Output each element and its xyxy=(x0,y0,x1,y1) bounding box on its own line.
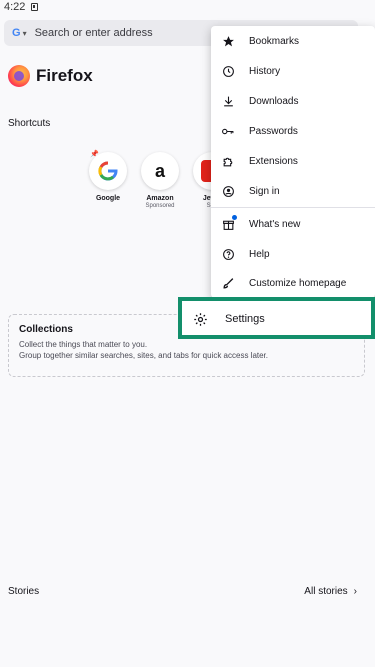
shortcut-name: Google xyxy=(95,195,121,202)
address-placeholder[interactable]: Search or enter address xyxy=(35,27,153,39)
sim-card-icon xyxy=(31,3,39,11)
history-clock-icon xyxy=(221,64,235,78)
menu-item-label: Help xyxy=(249,248,270,260)
firefox-logo-icon xyxy=(8,65,30,87)
status-bar: 4:22 xyxy=(0,0,375,14)
download-icon xyxy=(221,94,235,108)
shortcuts-heading: Shortcuts xyxy=(8,118,51,129)
menu-item-label: History xyxy=(249,65,281,77)
settings-label: Settings xyxy=(225,313,265,325)
collections-line-2: Group together similar searches, sites, … xyxy=(19,351,269,360)
collections-line-1: Collect the things that matter to you. xyxy=(19,340,148,349)
menu-item-label: Customize homepage xyxy=(249,277,347,289)
menu-item-sign-in[interactable]: Sign in xyxy=(211,176,375,206)
menu-item-label: Sign in xyxy=(249,185,280,197)
menu-divider xyxy=(211,207,375,208)
menu-item-label: Passwords xyxy=(249,125,298,137)
all-stories-label[interactable]: All stories xyxy=(304,586,347,597)
firefox-wordmark: Firefox xyxy=(8,65,93,87)
brand-name: Firefox xyxy=(36,66,93,85)
menu-item-label: What's new xyxy=(249,218,301,230)
all-stories-link[interactable]: All stories › xyxy=(304,586,357,597)
amazon-logo-icon[interactable]: a xyxy=(141,152,179,190)
account-icon xyxy=(221,184,235,198)
menu-item-customize-homepage[interactable]: Customize homepage xyxy=(211,268,375,298)
overflow-menu: Bookmarks History Downloads Passwords Ex… xyxy=(211,26,375,298)
menu-item-label: Downloads xyxy=(249,95,299,107)
help-icon xyxy=(221,247,235,261)
extensions-puzzle-icon xyxy=(221,154,235,168)
menu-item-downloads[interactable]: Downloads xyxy=(211,86,375,116)
shortcut-amazon[interactable]: a Amazon Sponsored xyxy=(140,152,180,209)
gift-icon xyxy=(221,215,237,231)
key-icon xyxy=(221,124,235,138)
menu-item-settings[interactable]: Settings xyxy=(186,305,366,333)
menu-item-extensions[interactable]: Extensions xyxy=(211,146,375,176)
stories-heading: Stories xyxy=(8,586,40,597)
shortcut-google[interactable]: 📌 Google xyxy=(88,151,128,202)
gear-icon xyxy=(192,311,208,327)
new-badge-icon xyxy=(232,215,237,220)
menu-item-help[interactable]: Help xyxy=(211,239,375,269)
shortcut-name: Amazon xyxy=(146,195,174,202)
menu-item-label: Bookmarks xyxy=(249,35,300,47)
bookmark-star-icon xyxy=(221,34,235,48)
search-engine-icon[interactable]: G xyxy=(12,27,21,39)
menu-item-history[interactable]: History xyxy=(211,56,375,86)
chevron-right-icon[interactable]: › xyxy=(354,586,357,597)
sponsored-label: Sponsored xyxy=(145,203,175,209)
menu-item-passwords[interactable]: Passwords xyxy=(211,116,375,146)
menu-item-label: Extensions xyxy=(249,155,298,167)
chevron-down-icon[interactable]: ▾ xyxy=(23,29,27,38)
menu-item-whats-new[interactable]: What's new xyxy=(211,209,375,239)
menu-item-bookmarks[interactable]: Bookmarks xyxy=(211,26,375,56)
brush-icon xyxy=(221,276,235,290)
status-time: 4:22 xyxy=(4,1,26,13)
pin-icon: 📌 xyxy=(90,151,99,158)
